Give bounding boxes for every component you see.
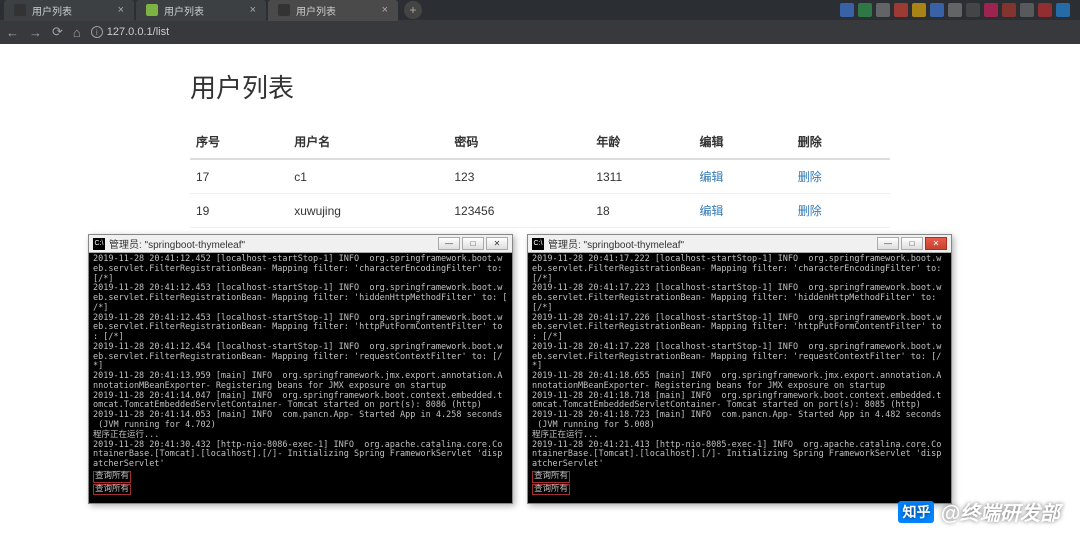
minimize-button[interactable]: — [438,237,460,250]
th-username: 用户名 [288,125,448,159]
tab-close-icon[interactable]: × [382,4,388,16]
zhihu-logo-icon: 知乎 [898,501,934,523]
extension-icons [840,3,1076,17]
cell-id: 19 [190,194,288,228]
cell-age: 18 [590,194,693,228]
th-age: 年龄 [590,125,693,159]
address-bar: ← → ⟳ ⌂ i 127.0.0.1/list [0,20,1080,44]
terminal-output[interactable]: 2019-11-28 20:41:12.452 [localhost-start… [89,253,512,503]
th-delete: 删除 [792,125,890,159]
watermark: 知乎 @终端研发部 [898,497,1060,526]
delete-link[interactable]: 删除 [798,204,822,218]
cell-password: 123 [448,159,590,194]
new-tab-button[interactable]: + [404,1,422,19]
watermark-author: @终端研发部 [940,497,1060,526]
table-header-row: 序号 用户名 密码 年龄 编辑 删除 [190,125,890,159]
favicon-icon [146,4,158,16]
cell-username: xuwujing [288,194,448,228]
cell-username: c1 [288,159,448,194]
close-button[interactable]: ✕ [925,237,947,250]
ext-icon[interactable] [984,3,998,17]
cmd-icon: C:\ [532,238,544,250]
cell-id: 17 [190,159,288,194]
table-row: 17 c1 123 1311 编辑 删除 [190,159,890,194]
ext-icon[interactable] [912,3,926,17]
tab-close-icon[interactable]: × [118,4,124,16]
user-table: 序号 用户名 密码 年龄 编辑 删除 17 c1 123 1311 编辑 删除 [190,125,890,228]
terminal-output[interactable]: 2019-11-28 20:41:17.222 [localhost-start… [528,253,951,503]
back-icon[interactable]: ← [6,25,19,40]
ext-icon[interactable] [930,3,944,17]
terminal-title-text: 管理员: "springboot-thymeleaf" [109,236,245,251]
browser-tab-2[interactable]: 用户列表 × [268,0,398,21]
query-line: 查询所有 [532,471,570,483]
browser-tab-0[interactable]: 用户列表 × [4,0,134,21]
query-line: 查询所有 [532,484,570,496]
url-display[interactable]: i 127.0.0.1/list [91,26,169,38]
ext-icon[interactable] [948,3,962,17]
th-edit: 编辑 [693,125,791,159]
browser-tab-bar: 用户列表 × 用户列表 × 用户列表 × + [0,0,1080,20]
reload-icon[interactable]: ⟳ [52,24,63,40]
edit-link[interactable]: 编辑 [699,170,723,184]
tab-close-icon[interactable]: × [250,4,256,16]
cell-password: 123456 [448,194,590,228]
home-icon[interactable]: ⌂ [73,25,81,40]
terminal-titlebar[interactable]: C:\ 管理员: "springboot-thymeleaf" — □ ✕ [528,235,951,253]
ext-icon[interactable] [1056,3,1070,17]
ext-icon[interactable] [966,3,980,17]
forward-icon[interactable]: → [29,25,42,40]
query-line: 查询所有 [93,484,131,496]
log-lines: 2019-11-28 20:41:17.222 [localhost-start… [532,254,941,469]
tab-title: 用户列表 [296,3,336,18]
log-lines: 2019-11-28 20:41:12.452 [localhost-start… [93,254,508,469]
terminal-window-right: C:\ 管理员: "springboot-thymeleaf" — □ ✕ 20… [527,234,952,504]
th-password: 密码 [448,125,590,159]
maximize-button[interactable]: □ [462,237,484,250]
site-info-icon[interactable]: i [91,26,103,38]
favicon-icon [14,4,26,16]
ext-icon[interactable] [894,3,908,17]
terminal-title-text: 管理员: "springboot-thymeleaf" [548,236,684,251]
tab-title: 用户列表 [164,3,204,18]
minimize-button[interactable]: — [877,237,899,250]
th-id: 序号 [190,125,288,159]
delete-link[interactable]: 删除 [798,170,822,184]
ext-icon[interactable] [876,3,890,17]
table-row: 19 xuwujing 123456 18 编辑 删除 [190,194,890,228]
cell-age: 1311 [590,159,693,194]
terminal-titlebar[interactable]: C:\ 管理员: "springboot-thymeleaf" — □ ✕ [89,235,512,253]
cmd-icon: C:\ [93,238,105,250]
maximize-button[interactable]: □ [901,237,923,250]
ext-icon[interactable] [840,3,854,17]
terminal-windows: C:\ 管理员: "springboot-thymeleaf" — □ ✕ 20… [88,234,952,504]
browser-tab-1[interactable]: 用户列表 × [136,0,266,21]
tab-title: 用户列表 [32,3,72,18]
ext-icon[interactable] [858,3,872,17]
url-text: 127.0.0.1/list [107,26,169,38]
edit-link[interactable]: 编辑 [699,204,723,218]
ext-icon[interactable] [1020,3,1034,17]
page-title: 用户列表 [190,68,890,105]
query-line: 查询所有 [93,471,131,483]
terminal-window-left: C:\ 管理员: "springboot-thymeleaf" — □ ✕ 20… [88,234,513,504]
ext-icon[interactable] [1002,3,1016,17]
ext-icon[interactable] [1038,3,1052,17]
close-button[interactable]: ✕ [486,237,508,250]
favicon-icon [278,4,290,16]
